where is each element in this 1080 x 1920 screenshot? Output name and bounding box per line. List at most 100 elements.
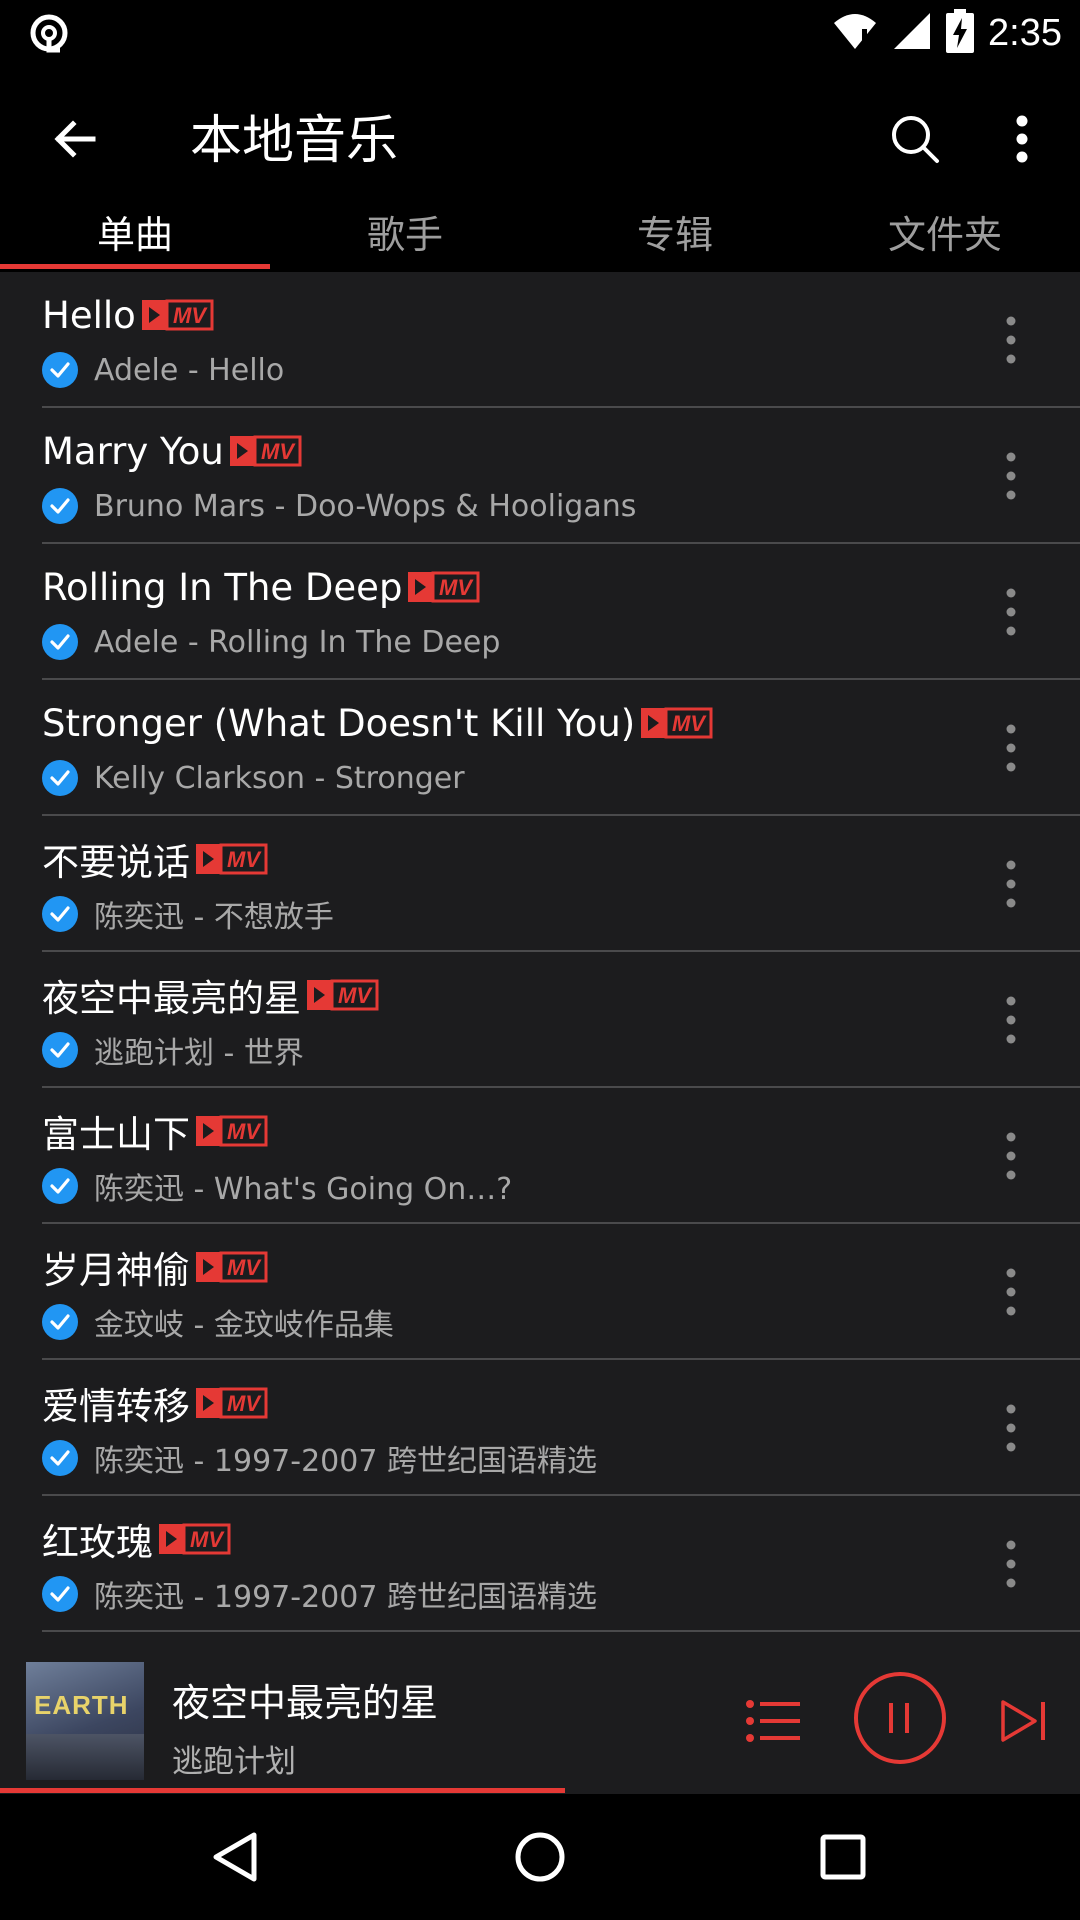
svg-text:MV: MV	[227, 1255, 262, 1280]
more-vert-icon	[1006, 1540, 1016, 1588]
song-more-button[interactable]	[984, 308, 1038, 372]
song-row[interactable]: Rolling In The Deep MV Adele - Rolling In…	[0, 544, 1080, 680]
song-title: 夜空中最亮的星	[42, 977, 301, 1020]
tab-bar: 单曲 歌手 专辑 文件夹	[0, 200, 1080, 272]
song-more-button[interactable]	[984, 1532, 1038, 1596]
now-playing-title: 夜空中最亮的星	[172, 1681, 439, 1725]
song-subtitle: 逃跑计划 - 世界	[94, 1036, 304, 1071]
app-bar: 本地音乐 单曲 歌手 专辑 文件夹	[0, 66, 1080, 272]
now-playing-artist: 逃跑计划	[172, 1744, 296, 1780]
song-row[interactable]: 不要说话 MV 陈奕迅 - 不想放手	[0, 816, 1080, 952]
mv-badge[interactable]: MV	[196, 1387, 268, 1419]
song-row[interactable]: 岁月神偷 MV 金玟岐 - 金玟岐作品集	[0, 1224, 1080, 1360]
song-row[interactable]: Stronger (What Doesn't Kill You) MV Kelly…	[0, 680, 1080, 816]
downloaded-check-icon	[42, 1168, 78, 1204]
pause-icon	[889, 1703, 909, 1733]
mv-badge[interactable]: MV	[196, 1115, 268, 1147]
downloaded-check-icon	[42, 488, 78, 524]
nav-back-button[interactable]	[200, 1822, 270, 1892]
album-cover-art	[26, 1734, 144, 1780]
song-more-button[interactable]	[984, 1124, 1038, 1188]
song-title: Stronger (What Doesn't Kill You)	[42, 701, 636, 745]
song-title: 岁月神偷	[42, 1249, 190, 1292]
album-cover[interactable]: EARTH	[26, 1662, 144, 1780]
song-row[interactable]: Marry You MV Bruno Mars - Doo-Wops & Hool…	[0, 408, 1080, 544]
song-row[interactable]: Hello MV Adele - Hello	[0, 272, 1080, 408]
playlist-icon	[746, 1700, 800, 1742]
mv-badge[interactable]: MV	[196, 843, 268, 875]
mv-badge[interactable]: MV	[141, 299, 214, 331]
song-subtitle: 金玟岐 - 金玟岐作品集	[94, 1308, 394, 1343]
downloaded-check-icon	[42, 1576, 78, 1612]
tab-artists[interactable]: 歌手	[270, 200, 540, 272]
tab-folders[interactable]: 文件夹	[810, 200, 1080, 272]
song-more-button[interactable]	[984, 1260, 1038, 1324]
song-list[interactable]: Hello MV Adele - Hello Marry You MV Bruno …	[0, 272, 1080, 1650]
svg-text:MV: MV	[672, 711, 707, 736]
downloaded-check-icon	[42, 1032, 78, 1068]
song-more-button[interactable]	[984, 1396, 1038, 1460]
song-row[interactable]: 富士山下 MV 陈奕迅 - What's Going On…?	[0, 1088, 1080, 1224]
svg-text:MV: MV	[227, 1119, 262, 1144]
playback-progress-fill	[0, 1788, 565, 1793]
back-button[interactable]	[40, 104, 110, 174]
more-vert-icon	[1006, 316, 1016, 364]
arrow-left-icon	[54, 120, 96, 158]
song-title: Hello	[42, 293, 136, 337]
more-vert-icon	[1006, 1404, 1016, 1452]
mv-badge[interactable]: MV	[641, 707, 713, 739]
app-notification-icon	[26, 10, 72, 56]
album-cover-text: EARTH	[34, 1690, 129, 1720]
more-vert-icon	[1016, 115, 1028, 163]
mv-badge[interactable]: MV	[196, 1251, 268, 1283]
more-vert-icon	[1006, 996, 1016, 1044]
overflow-menu-button[interactable]	[990, 104, 1054, 174]
svg-text:MV: MV	[173, 303, 208, 328]
downloaded-check-icon	[42, 760, 78, 796]
downloaded-check-icon	[42, 624, 78, 660]
song-subtitle: 陈奕迅 - 不想放手	[94, 900, 334, 935]
more-vert-icon	[1006, 452, 1016, 500]
nav-back-icon	[213, 1832, 257, 1882]
song-row[interactable]: 爱情转移 MV 陈奕迅 - 1997-2007 跨世纪国语精选	[0, 1360, 1080, 1496]
song-title: 富士山下	[42, 1113, 190, 1156]
song-title: 不要说话	[42, 841, 190, 884]
song-row[interactable]: 夜空中最亮的星 MV 逃跑计划 - 世界	[0, 952, 1080, 1088]
downloaded-check-icon	[42, 896, 78, 932]
mv-badge[interactable]: MV	[229, 435, 302, 467]
song-subtitle: 陈奕迅 - What's Going On…?	[94, 1172, 513, 1207]
svg-text:MV: MV	[227, 847, 262, 872]
search-button[interactable]	[880, 104, 950, 174]
mv-badge[interactable]: MV	[307, 979, 379, 1011]
song-more-button[interactable]	[984, 716, 1038, 780]
song-row[interactable]: 红玫瑰 MV 陈奕迅 - 1997-2007 跨世纪国语精选	[0, 1496, 1080, 1632]
skip-next-icon	[1001, 1700, 1045, 1742]
status-time: 2:35	[988, 11, 1062, 54]
song-subtitle: Adele - Hello	[94, 352, 285, 388]
playlist-button[interactable]	[740, 1688, 806, 1754]
page-title: 本地音乐	[190, 111, 399, 171]
next-track-button[interactable]	[994, 1688, 1054, 1754]
mini-player[interactable]: EARTH 夜空中最亮的星 逃跑计划	[0, 1650, 1080, 1793]
tab-songs[interactable]: 单曲	[0, 200, 270, 272]
song-more-button[interactable]	[984, 988, 1038, 1052]
pause-button[interactable]	[854, 1672, 946, 1764]
song-subtitle: Bruno Mars - Doo-Wops & Hooligans	[94, 488, 637, 524]
tab-albums[interactable]: 专辑	[540, 200, 810, 272]
svg-text:MV: MV	[439, 575, 474, 600]
more-vert-icon	[1006, 1268, 1016, 1316]
mv-badge[interactable]: MV	[159, 1523, 231, 1555]
downloaded-check-icon	[42, 1304, 78, 1340]
nav-home-button[interactable]	[505, 1822, 575, 1892]
more-vert-icon	[1006, 860, 1016, 908]
song-more-button[interactable]	[984, 852, 1038, 916]
mv-badge[interactable]: MV	[408, 571, 480, 603]
battery-charging-icon	[946, 9, 975, 57]
svg-text:MV: MV	[261, 439, 296, 464]
more-vert-icon	[1006, 1132, 1016, 1180]
nav-recents-button[interactable]	[808, 1822, 878, 1892]
song-more-button[interactable]	[984, 580, 1038, 644]
tab-indicator	[0, 264, 270, 269]
playback-progress[interactable]	[0, 1788, 1080, 1793]
song-more-button[interactable]	[984, 444, 1038, 508]
